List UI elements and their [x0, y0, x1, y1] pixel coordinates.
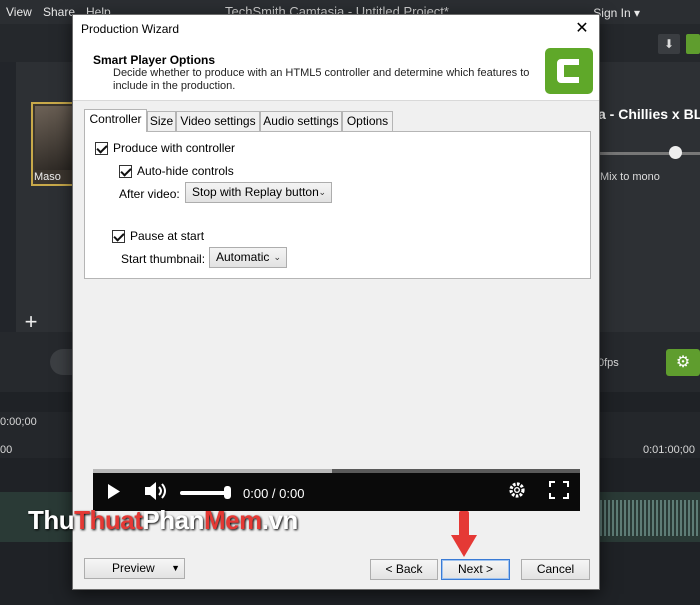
fps-label: 0fps — [598, 357, 619, 369]
watermark-part: Thuat — [74, 505, 143, 535]
watermark-logo: ThuThuatPhanMem.vn — [28, 505, 298, 536]
playhead-timecode: 0:00;00 — [0, 416, 37, 428]
start-thumbnail-value: Automatic — [216, 250, 270, 264]
preview-button[interactable]: Preview ▼ — [84, 558, 185, 579]
watermark-part: .vn — [261, 505, 299, 535]
player-time: 0:00 / 0:00 — [243, 486, 305, 501]
checkbox-box[interactable] — [95, 141, 108, 155]
share-green-button[interactable] — [686, 34, 700, 54]
close-icon[interactable]: ✕ — [571, 19, 593, 39]
header-description: Decide whether to produce with an HTML5 … — [113, 67, 530, 92]
ruler-timecode-start: 00 — [0, 444, 13, 456]
volume-slider-knob[interactable] — [669, 146, 682, 159]
next-button[interactable]: Next > — [441, 559, 510, 580]
add-media-button[interactable]: + — [18, 310, 44, 334]
tab-audio-settings[interactable]: Audio settings — [260, 111, 342, 131]
checkbox-box[interactable] — [112, 229, 125, 243]
dialog-title: Production Wizard — [81, 22, 180, 36]
dialog-header: Smart Player Options Decide whether to p… — [73, 43, 599, 101]
watermark-part: Thu — [28, 505, 75, 535]
download-icon[interactable]: ⬇ — [658, 34, 680, 54]
tool-strip — [0, 62, 16, 332]
back-button[interactable]: < Back — [370, 559, 438, 580]
checkbox-box[interactable] — [119, 164, 132, 178]
step-back-button[interactable] — [50, 349, 74, 375]
checkbox-label: Produce with controller — [113, 141, 236, 155]
tab-options[interactable]: Options — [342, 111, 393, 131]
properties-clip-title: a - Chillies x BLA — [598, 106, 700, 122]
gear-icon[interactable]: ⚙ — [666, 349, 700, 376]
play-icon[interactable] — [107, 484, 121, 499]
after-video-dropdown[interactable]: Stop with Replay button ⌄ — [185, 182, 332, 203]
volume-icon[interactable] — [143, 481, 169, 501]
checkbox-label: Auto-hide controls — [137, 164, 234, 178]
menu-view[interactable]: View — [6, 5, 32, 19]
mix-to-mono-label: Mix to mono — [600, 171, 660, 183]
cancel-button[interactable]: Cancel — [521, 559, 590, 580]
properties-panel — [590, 62, 700, 332]
settings-gear-icon[interactable] — [507, 480, 527, 500]
dropdown-arrow-icon: ▼ — [171, 563, 180, 573]
sign-in-button[interactable]: Sign In ▾ — [593, 6, 640, 20]
production-wizard-dialog: Production Wizard ✕ Smart Player Options… — [72, 14, 600, 590]
controller-tab-panel: Produce with controller Auto-hide contro… — [84, 131, 591, 279]
after-video-value: Stop with Replay button — [192, 185, 319, 199]
start-thumbnail-label: Start thumbnail: — [121, 252, 206, 266]
tab-video-settings[interactable]: Video settings — [176, 111, 260, 131]
dialog-titlebar: Production Wizard ✕ — [73, 15, 599, 43]
checkbox-label: Pause at start — [130, 229, 205, 243]
after-video-label: After video: — [119, 187, 180, 201]
media-thumbnail-label: Maso — [34, 171, 61, 183]
volume-knob[interactable] — [224, 486, 231, 499]
produce-with-controller-checkbox[interactable]: Produce with controller — [95, 140, 235, 156]
start-thumbnail-dropdown[interactable]: Automatic ⌄ — [209, 247, 287, 268]
menu-share[interactable]: Share — [43, 5, 75, 19]
auto-hide-controls-checkbox[interactable]: Auto-hide controls — [119, 163, 234, 179]
pause-at-start-checkbox[interactable]: Pause at start — [112, 228, 204, 244]
preview-button-label: Preview — [112, 561, 155, 575]
player-progress-bar[interactable] — [93, 469, 580, 473]
ruler-timecode-end: 0:01:00;00 — [643, 444, 695, 456]
watermark-part: Phan — [142, 505, 204, 535]
tab-controller[interactable]: Controller — [84, 109, 147, 132]
chevron-down-icon: ⌄ — [273, 252, 281, 262]
red-arrow-annotation-icon — [451, 511, 477, 557]
watermark-part: Mem — [204, 505, 262, 535]
volume-track[interactable] — [180, 491, 230, 495]
chevron-down-icon: ⌄ — [318, 187, 326, 197]
header-title: Smart Player Options — [93, 53, 216, 67]
fullscreen-icon[interactable] — [549, 481, 569, 499]
tab-size[interactable]: Size — [147, 111, 176, 131]
volume-slider-track[interactable] — [598, 152, 700, 155]
player-progress-buffered — [93, 469, 332, 473]
media-thumbnail-image — [35, 106, 73, 170]
camtasia-logo-icon — [545, 48, 593, 94]
